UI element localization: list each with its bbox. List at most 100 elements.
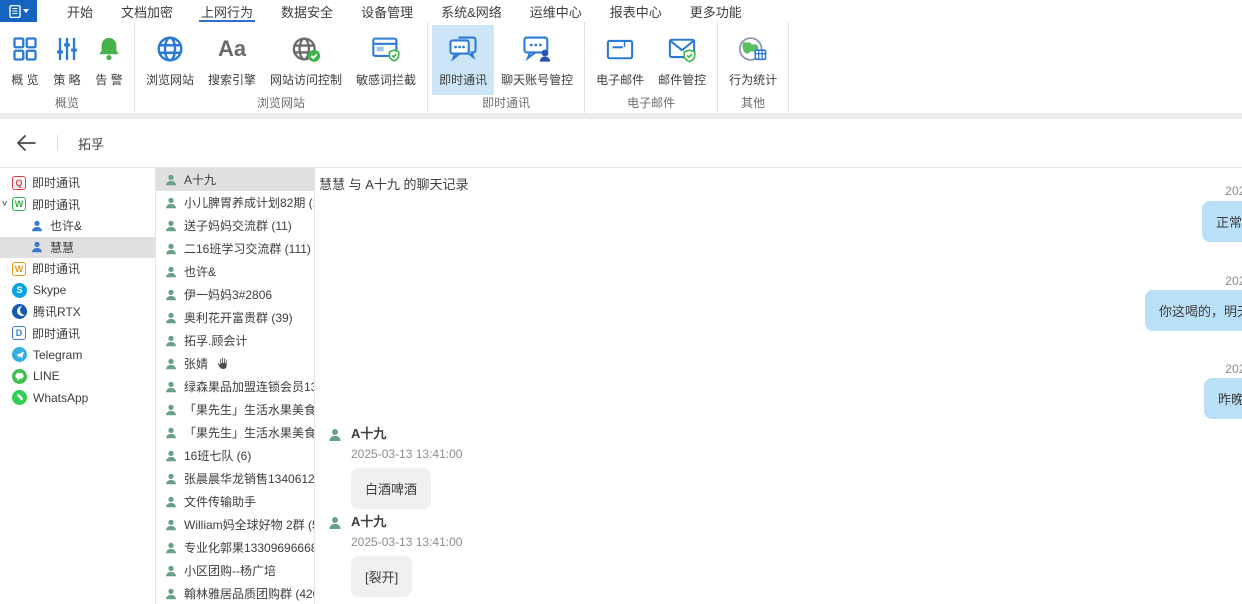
cursor-hand-icon (215, 356, 230, 371)
conversation-label: 绿森果品加盟连锁会员13... (184, 378, 314, 395)
conversation-row[interactable]: 伊一妈妈3#2806 (156, 283, 314, 306)
conversation-row[interactable]: 文件传输助手 (156, 490, 314, 513)
sidebar-item-account-yexu[interactable]: 也许& (0, 215, 155, 237)
tab-report-center[interactable]: 报表中心 (596, 0, 676, 22)
contact-icon (164, 334, 178, 348)
conversation-row[interactable]: 张晨晨华龙销售13406127... (156, 467, 314, 490)
conversation-label: 文件传输助手 (184, 493, 256, 510)
tab-ops-center[interactable]: 运维中心 (516, 0, 596, 22)
ribbon-item-policy[interactable]: 策 略 (46, 25, 88, 95)
sidebar-item-account-huihui[interactable]: 慧慧 (0, 237, 155, 259)
ribbon-group-overview: 概 览 策 略 告 警 概览 (0, 22, 135, 113)
conversation-label: 小儿脾胃养成计划82期 (120) (184, 194, 314, 211)
sidebar-item-label: 腾讯RTX (33, 303, 81, 320)
ribbon-group-other: 行为统计 其他 (718, 22, 789, 113)
conversation-label: 张晨晨华龙销售13406127... (184, 470, 314, 487)
sidebar-item-whatsapp[interactable]: WhatsApp (0, 387, 155, 409)
tab-doc-encryption[interactable]: 文档加密 (107, 0, 187, 22)
tab-data-security[interactable]: 数据安全 (267, 0, 347, 22)
conversation-row[interactable]: 小区团购--杨广培 (156, 559, 314, 582)
sidebar-item-line[interactable]: LINE (0, 366, 155, 388)
tab-device-management[interactable]: 设备管理 (347, 0, 427, 22)
header-divider (57, 135, 58, 151)
conversation-row[interactable]: 翰林雅居品质团购群 (420) (156, 582, 314, 604)
sidebar-item-im-qq[interactable]: Q 即时通讯 (0, 172, 155, 194)
sliders-icon (53, 31, 81, 67)
contact-icon (164, 242, 178, 256)
ribbon-item-label: 网站访问控制 (270, 71, 342, 88)
chat-history-title: 慧慧 与 A十九 的聊天记录 (319, 174, 469, 193)
incoming-message-bubble[interactable]: [裂开] (351, 556, 412, 597)
conversation-label: 16班七队 (6) (184, 447, 251, 464)
chevron-expanded-icon[interactable]: ∨ (1, 199, 8, 208)
contact-icon (164, 518, 178, 532)
ribbon-item-label: 策 略 (53, 71, 80, 88)
grid-icon (11, 31, 39, 67)
conversation-row[interactable]: 张婧 (156, 352, 314, 375)
conversation-row[interactable]: 专业化郭果13309696668 (156, 536, 314, 559)
conversation-label: 张婧 (184, 355, 208, 372)
app-menu-button[interactable] (0, 0, 37, 22)
sidebar-item-im-wecom[interactable]: W 即时通讯 (0, 258, 155, 280)
ribbon-item-sensitive-word-block[interactable]: 敏感词拦截 (349, 25, 423, 95)
sidebar-item-label: Telegram (33, 348, 82, 362)
ribbon-item-browse-sites[interactable]: 浏览网站 (139, 25, 201, 95)
ribbon-item-mail-control[interactable]: 邮件管控 (651, 25, 713, 95)
sidebar-item-label: WhatsApp (33, 391, 88, 405)
contact-icon (164, 288, 178, 302)
menubar: 开始 文档加密 上网行为 数据安全 设备管理 系统&网络 运维中心 报表中心 更… (0, 0, 1242, 22)
ribbon-group-label: 即时通讯 (428, 95, 584, 113)
conversation-row[interactable]: 拓孚.顾会计 (156, 329, 314, 352)
outgoing-message-bubble[interactable]: 昨晚 (1204, 378, 1242, 419)
sidebar-item-skype[interactable]: S Skype (0, 280, 155, 302)
conversation-row[interactable]: 小儿脾胃养成计划82期 (120) (156, 191, 314, 214)
conversation-row[interactable]: 「果先生」生活水果美食3... (156, 421, 314, 444)
ribbon-item-behavior-stats[interactable]: 行为统计 (722, 25, 784, 95)
ribbon-item-search-engine[interactable]: Aa 搜索引擎 (201, 25, 263, 95)
skype-app-icon: S (12, 283, 27, 298)
avatar (327, 427, 343, 509)
person-icon (30, 240, 44, 254)
conversation-row[interactable]: 也许& (156, 260, 314, 283)
ribbon-item-alert[interactable]: 告 警 (88, 25, 130, 95)
conversation-row[interactable]: 奥利花开富贵群 (39) (156, 306, 314, 329)
conversation-row[interactable]: 二16班学习交流群 (111) (156, 237, 314, 260)
message-timestamp: 2025- (1225, 362, 1242, 376)
conversation-row[interactable]: 「果先生」生活水果美食3... (156, 398, 314, 421)
outgoing-message-bubble[interactable]: 你这喝的，明天 (1145, 290, 1242, 331)
qq-app-icon: Q (12, 176, 26, 190)
conversation-list: A十九 小儿脾胃养成计划82期 (120) 送子妈妈交流群 (11) 二16班学… (155, 168, 315, 604)
bell-icon (95, 31, 123, 67)
ribbon-item-email[interactable]: 电子邮件 (589, 25, 651, 95)
conversation-row[interactable]: 绿森果品加盟连锁会员13... (156, 375, 314, 398)
conversation-label: 「果先生」生活水果美食3... (184, 401, 314, 418)
back-button[interactable] (13, 130, 39, 156)
contact-icon (164, 196, 178, 210)
tab-system-network[interactable]: 系统&网络 (427, 0, 516, 22)
conversation-label: 也许& (184, 263, 216, 280)
ribbon-item-instant-messaging[interactable]: 即时通讯 (432, 25, 494, 95)
sidebar-item-im-wechat[interactable]: ∨ W 即时通讯 (0, 194, 155, 216)
telegram-app-icon (12, 347, 27, 362)
tab-more-features[interactable]: 更多功能 (676, 0, 756, 22)
conversation-label: 小区团购--杨广培 (184, 562, 276, 579)
conversation-row[interactable]: William妈全球好物 2群 (5... (156, 513, 314, 536)
contact-icon (164, 380, 178, 394)
incoming-message-bubble[interactable]: 白酒啤酒 (351, 468, 431, 509)
sidebar-item-im-dingtalk[interactable]: D 即时通讯 (0, 323, 155, 345)
contact-icon (164, 564, 178, 578)
outgoing-message-bubble[interactable]: 正常 (1202, 201, 1242, 242)
conversation-row[interactable]: 送子妈妈交流群 (11) (156, 214, 314, 237)
ribbon-item-site-access-control[interactable]: 网站访问控制 (263, 25, 349, 95)
sidebar-item-label: 慧慧 (50, 239, 74, 256)
tab-internet-behavior[interactable]: 上网行为 (187, 0, 267, 22)
contact-icon (164, 173, 178, 187)
conversation-row[interactable]: 16班七队 (6) (156, 444, 314, 467)
ribbon-item-overview[interactable]: 概 览 (4, 25, 46, 95)
conversation-row[interactable]: A十九 (156, 168, 314, 191)
tab-start[interactable]: 开始 (53, 0, 107, 22)
sidebar-item-tencent-rtx[interactable]: 腾讯RTX (0, 301, 155, 323)
sidebar-item-telegram[interactable]: Telegram (0, 344, 155, 366)
ribbon-item-chat-account-control[interactable]: 聊天账号管控 (494, 25, 580, 95)
sidebar-item-label: LINE (33, 369, 60, 383)
